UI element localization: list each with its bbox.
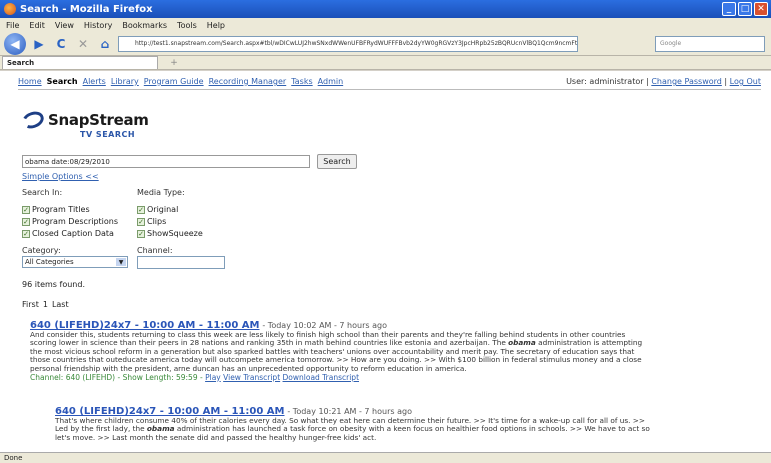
logo-subtitle: TV SEARCH — [80, 130, 136, 139]
status-bar: Done — [0, 452, 771, 463]
nav-home[interactable]: Home — [18, 77, 42, 86]
checkbox-program-titles[interactable]: ✓ Program Titles — [22, 205, 90, 214]
search-in-label: Search In: — [22, 188, 63, 197]
logout-link[interactable]: Log Out — [730, 77, 761, 86]
nav-library[interactable]: Library — [111, 77, 139, 86]
window-title: Search - Mozilla Firefox — [20, 3, 153, 15]
nav-divider — [18, 89, 761, 90]
checkbox-checked-icon: ✓ — [137, 205, 145, 214]
category-select[interactable]: All Categories ▼ — [22, 256, 128, 268]
window-titlebar: Search - Mozilla Firefox _ □ ✕ — [0, 0, 771, 18]
search-button[interactable]: Search — [317, 154, 357, 169]
tab-search[interactable]: Search — [2, 56, 158, 69]
new-tab-icon[interactable]: + — [164, 57, 184, 69]
web-search-input[interactable]: Google — [655, 35, 765, 52]
window-controls: _ □ ✕ — [722, 2, 768, 16]
media-type-label: Media Type: — [137, 188, 185, 197]
pager-page[interactable]: 1 — [43, 300, 48, 309]
menu-bookmarks[interactable]: Bookmarks — [122, 21, 167, 30]
channel-label: Channel: — [137, 246, 173, 255]
menu-tools[interactable]: Tools — [177, 21, 197, 30]
minimize-icon[interactable]: _ — [722, 2, 736, 16]
result-item: 640 (LIFEHD)24x7 - 10:00 AM - 11:00 AM -… — [55, 407, 765, 442]
user-info: User: administrator | Change Password | … — [566, 77, 761, 86]
home-icon[interactable]: ⌂ — [96, 35, 114, 53]
pager-first[interactable]: First — [22, 300, 39, 309]
tab-bar: Search + — [0, 56, 771, 70]
close-icon[interactable]: ✕ — [754, 2, 768, 16]
checkbox-checked-icon: ✓ — [137, 229, 145, 238]
firefox-icon — [4, 3, 16, 15]
view-transcript-link[interactable]: View Transcript — [223, 373, 280, 382]
download-transcript-link[interactable]: Download Transcript — [283, 373, 359, 382]
results-count: 96 items found. — [22, 280, 85, 289]
nav-program-guide[interactable]: Program Guide — [144, 77, 204, 86]
pager-last[interactable]: Last — [52, 300, 69, 309]
reload-icon[interactable]: C — [52, 35, 70, 53]
result-meta: - Today 10:02 AM - 7 hours ago — [262, 321, 387, 330]
logo-name: SnapStream — [48, 111, 149, 129]
maximize-icon[interactable]: □ — [738, 2, 752, 16]
checkbox-checked-icon: ✓ — [22, 229, 30, 238]
pager: First 1 Last — [22, 300, 69, 309]
nav-recording-manager[interactable]: Recording Manager — [209, 77, 287, 86]
checkbox-closed-caption[interactable]: ✓ Closed Caption Data — [22, 229, 114, 238]
nav-admin[interactable]: Admin — [318, 77, 344, 86]
channel-input[interactable] — [137, 256, 225, 269]
result-snippet: That's where children consume 40% of the… — [55, 415, 650, 442]
search-term-highlight: obama — [508, 338, 536, 348]
result-snippet: And consider this, students returning to… — [30, 329, 643, 373]
chevron-down-icon[interactable]: ▼ — [116, 258, 126, 266]
checkbox-program-descriptions[interactable]: ✓ Program Descriptions — [22, 217, 118, 226]
logo-swoosh-icon — [19, 108, 47, 132]
back-icon[interactable]: ◀ — [4, 32, 26, 55]
checkbox-checked-icon: ✓ — [22, 217, 30, 226]
stop-icon[interactable]: ✕ — [74, 35, 92, 53]
checkbox-showsqueeze[interactable]: ✓ ShowSqueeze — [137, 229, 203, 238]
category-label: Category: — [22, 246, 61, 255]
user-label: User: administrator | — [566, 77, 649, 86]
forward-icon[interactable]: ▶ — [30, 35, 48, 53]
checkbox-checked-icon: ✓ — [22, 205, 30, 214]
menu-bar: File Edit View History Bookmarks Tools H… — [0, 18, 771, 32]
snapstream-logo: SnapStream TV SEARCH — [19, 108, 149, 139]
navigation-toolbar: ◀ ▶ C ✕ ⌂ http://test1.snapstream.com/Se… — [0, 32, 771, 56]
search-input[interactable]: obama date:08/29/2010 — [22, 155, 310, 168]
checkbox-checked-icon: ✓ — [137, 217, 145, 226]
result-item: 640 (LIFEHD)24x7 - 10:00 AM - 11:00 AM -… — [30, 321, 765, 382]
page-content: Home Search Alerts Library Program Guide… — [0, 71, 771, 452]
menu-edit[interactable]: Edit — [29, 21, 45, 30]
checkbox-clips[interactable]: ✓ Clips — [137, 217, 166, 226]
change-password-link[interactable]: Change Password — [651, 77, 722, 86]
play-link[interactable]: Play — [205, 373, 221, 382]
address-bar[interactable]: http://test1.snapstream.com/Search.aspx#… — [118, 35, 578, 52]
user-separator: | — [724, 77, 728, 86]
simple-options-link[interactable]: Simple Options << — [22, 172, 99, 181]
nav-tasks[interactable]: Tasks — [291, 77, 312, 86]
search-term-highlight: obama — [146, 424, 175, 434]
menu-history[interactable]: History — [84, 21, 112, 30]
result-footer: Channel: 640 (LIFEHD) - Show Length: 59:… — [30, 372, 360, 382]
nav-alerts[interactable]: Alerts — [83, 77, 106, 86]
nav-search[interactable]: Search — [47, 77, 78, 86]
checkbox-original[interactable]: ✓ Original — [137, 205, 178, 214]
menu-help[interactable]: Help — [207, 21, 225, 30]
result-meta: - Today 10:21 AM - 7 hours ago — [287, 407, 412, 416]
menu-file[interactable]: File — [6, 21, 19, 30]
menu-view[interactable]: View — [55, 21, 74, 30]
